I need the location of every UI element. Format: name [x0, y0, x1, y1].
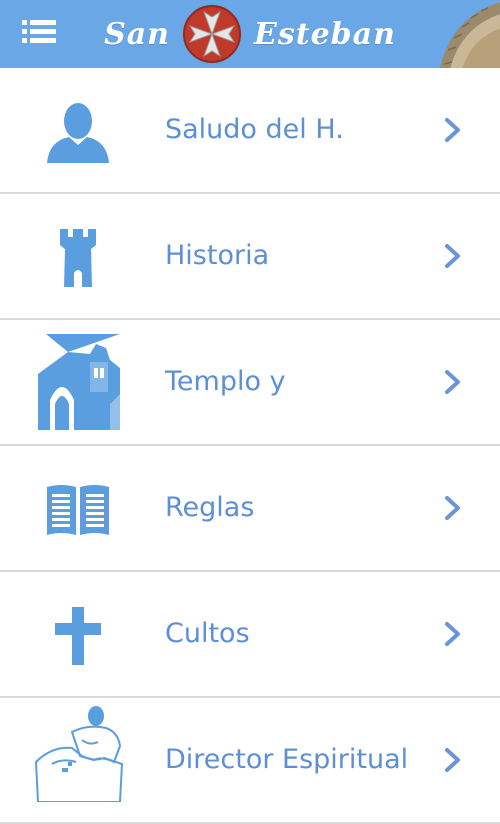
chevron-right-icon [445, 370, 460, 394]
stone-arch-image [439, 2, 500, 68]
chevron-right-icon [445, 496, 460, 520]
saint-icon [32, 702, 128, 802]
menu-item-templo[interactable]: Templo y [0, 320, 500, 446]
cross-icon [38, 596, 118, 676]
main-menu-list: Saludo del H. Historia Templo y Reglas C… [0, 68, 500, 824]
menu-item-director-espiritual[interactable]: Director Espiritual [0, 698, 500, 824]
person-icon [38, 92, 118, 172]
church-icon [38, 334, 120, 430]
chevron-right-icon [445, 748, 460, 772]
app-header: San Esteban [0, 0, 500, 68]
menu-item-label: Historia [165, 240, 270, 271]
menu-item-cultos[interactable]: Cultos [0, 572, 500, 698]
menu-item-label: Director Espiritual [165, 744, 409, 775]
menu-item-saludo[interactable]: Saludo del H. [0, 68, 500, 194]
menu-item-historia[interactable]: Historia [0, 194, 500, 320]
brand-title-right: Esteban [253, 16, 396, 52]
menu-item-label: Saludo del H. [165, 114, 344, 145]
cross-emblem-icon [182, 5, 241, 63]
menu-item-label: Reglas [165, 492, 255, 523]
chevron-right-icon [445, 244, 460, 268]
chevron-right-icon [445, 118, 460, 142]
menu-item-label: Templo y [165, 366, 286, 397]
menu-item-reglas[interactable]: Reglas [0, 446, 500, 572]
brand-title-left: San [104, 16, 170, 52]
chevron-right-icon [445, 622, 460, 646]
book-icon [38, 470, 118, 550]
tower-icon [38, 218, 118, 298]
menu-item-label: Cultos [165, 618, 250, 649]
